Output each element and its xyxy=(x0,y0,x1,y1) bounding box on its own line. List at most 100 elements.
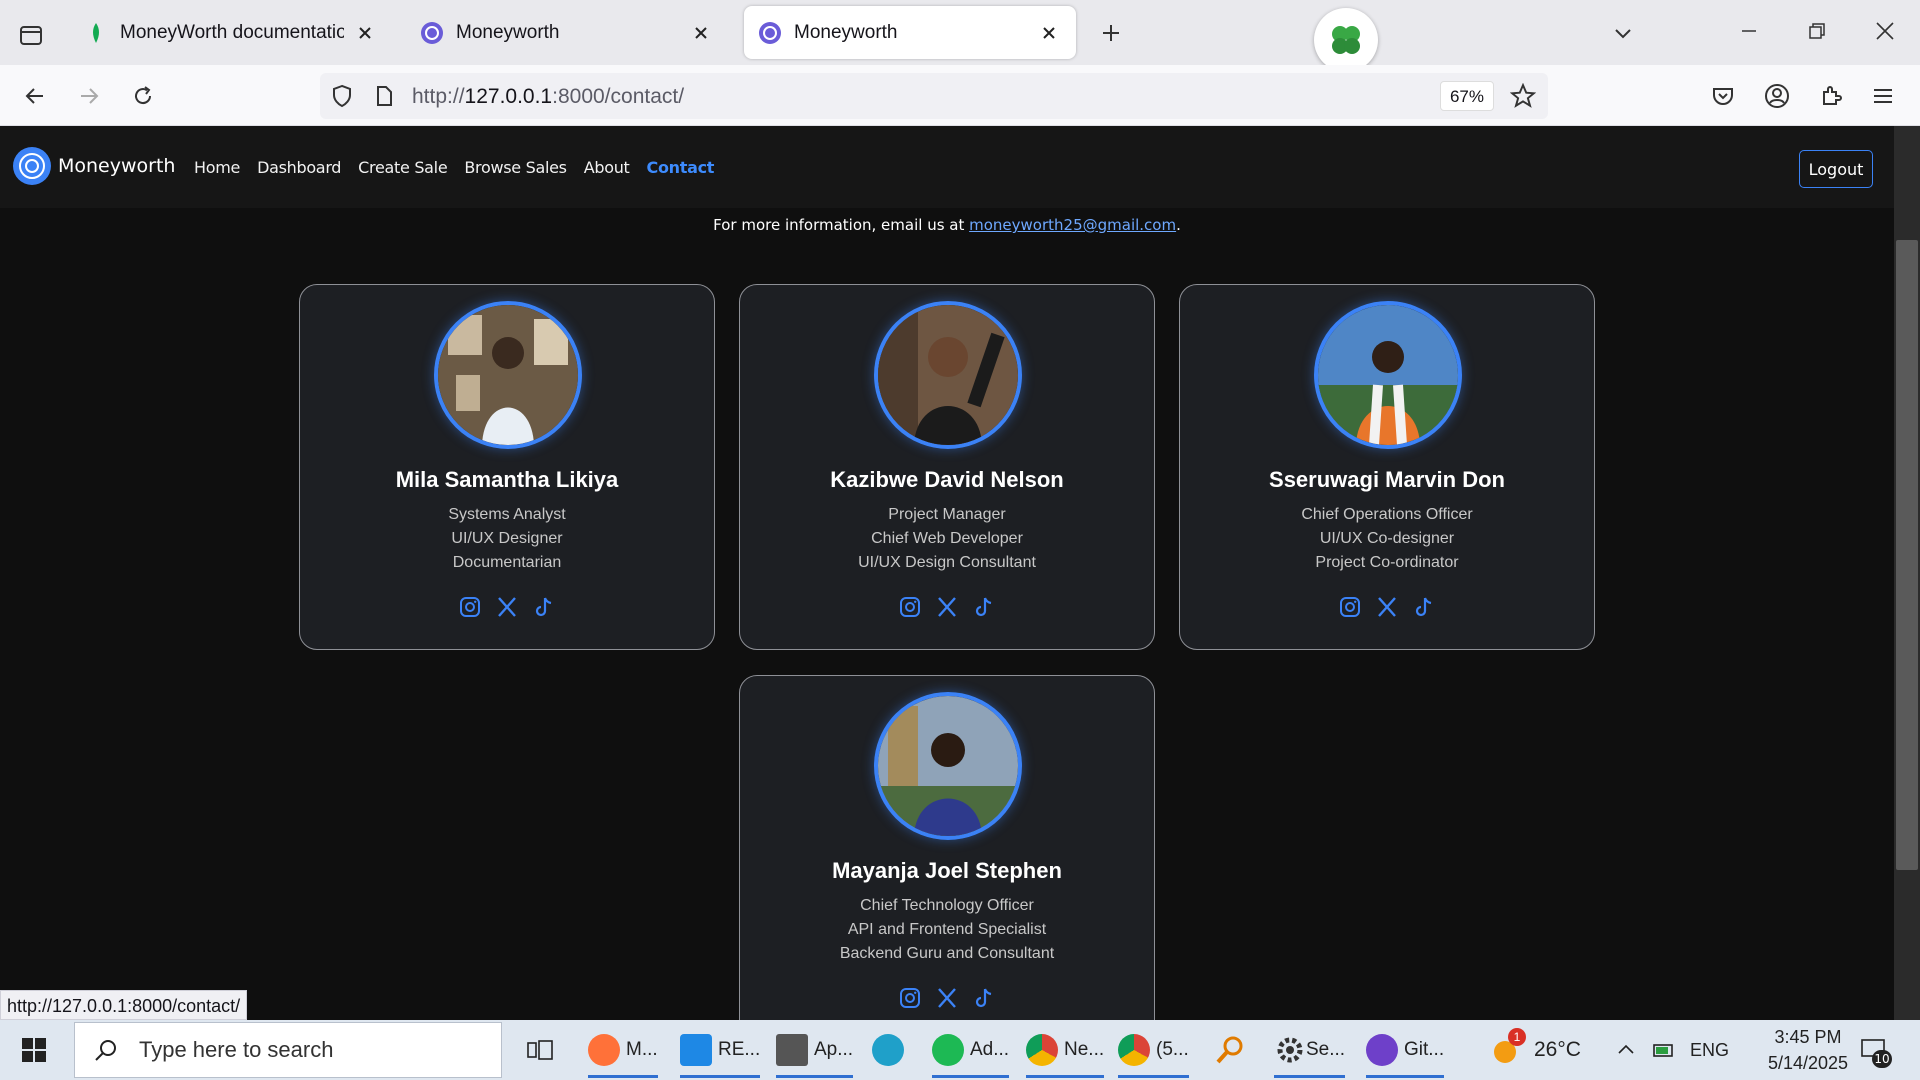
tab-documentation[interactable]: MoneyWorth documentation - ( xyxy=(70,6,392,59)
team-card: Kazibwe David Nelson Project Manager Chi… xyxy=(739,284,1155,650)
nav-dashboard[interactable]: Dashboard xyxy=(257,158,341,177)
tab-list-chevron-icon[interactable] xyxy=(1608,18,1638,48)
pocket-icon[interactable] xyxy=(1706,79,1740,113)
social-links xyxy=(740,986,1154,1010)
instagram-icon[interactable] xyxy=(1338,595,1362,619)
restore-icon[interactable] xyxy=(1802,16,1832,46)
scrollbar-thumb[interactable] xyxy=(1896,240,1918,870)
taskbar-app[interactable]: Git... xyxy=(1366,1024,1445,1078)
clock-date: 5/14/2025 xyxy=(1767,1053,1849,1073)
clover-extension-icon[interactable] xyxy=(1314,8,1378,72)
tiktok-icon[interactable] xyxy=(1412,595,1436,619)
url-text[interactable]: http://127.0.0.1:8000/contact/ xyxy=(412,85,684,109)
url-host: 127.0.0.1 xyxy=(464,85,553,108)
address-bar[interactable]: http://127.0.0.1:8000/contact/ 67% xyxy=(320,73,1548,119)
browser-tab-bar: MoneyWorth documentation - ( Moneyworth … xyxy=(0,0,1920,72)
tab-moneyworth-active[interactable]: Moneyworth xyxy=(744,6,1076,59)
close-tab-icon[interactable] xyxy=(688,20,714,46)
moneyworth-favicon xyxy=(759,21,781,44)
moneyworth-logo-icon xyxy=(13,147,51,185)
tab-moneyworth[interactable]: Moneyworth xyxy=(406,6,728,59)
back-icon[interactable] xyxy=(18,79,52,113)
shield-icon[interactable] xyxy=(330,84,354,108)
tab-title: MoneyWorth documentation - ( xyxy=(120,21,344,43)
firefox-icon xyxy=(588,1034,620,1066)
taskbar-app[interactable]: Ad... xyxy=(932,1024,1010,1078)
nav-home[interactable]: Home xyxy=(194,158,240,177)
github-icon xyxy=(1366,1034,1398,1066)
taskbar-app[interactable]: M... xyxy=(588,1024,658,1078)
edge-icon xyxy=(872,1034,904,1066)
brand[interactable]: Moneyworth xyxy=(12,146,175,186)
zoom-level[interactable]: 67% xyxy=(1439,81,1494,111)
web-page: Moneyworth Home Dashboard Create Sale Br… xyxy=(0,126,1894,1020)
instagram-icon[interactable] xyxy=(898,595,922,619)
taskbar-app[interactable] xyxy=(872,1024,910,1076)
tray-chevron-up-icon[interactable] xyxy=(1612,1036,1640,1064)
firefox-view-icon[interactable] xyxy=(14,18,48,52)
reload-icon[interactable] xyxy=(126,79,160,113)
taskbar-search[interactable]: Type here to search xyxy=(74,1022,502,1078)
contact-info: For more information, email us at moneyw… xyxy=(0,216,1894,234)
logout-button[interactable]: Logout xyxy=(1799,150,1873,188)
nav-about[interactable]: About xyxy=(584,158,630,177)
tiktok-icon[interactable] xyxy=(532,595,556,619)
member-role: Project Co-ordinator xyxy=(1315,554,1459,571)
brand-name: Moneyworth xyxy=(58,155,176,177)
member-roles: Chief Technology Officer API and Fronten… xyxy=(740,894,1154,966)
search-icon xyxy=(95,1040,116,1061)
task-view-icon[interactable] xyxy=(522,1032,558,1068)
bookmark-star-icon[interactable] xyxy=(1510,83,1536,109)
x-icon[interactable] xyxy=(935,986,959,1010)
battery-icon[interactable] xyxy=(1650,1036,1678,1064)
forward-icon[interactable] xyxy=(72,79,106,113)
instagram-icon[interactable] xyxy=(898,986,922,1010)
social-links xyxy=(300,595,714,619)
app-label: M... xyxy=(626,1039,658,1060)
app-label: (5... xyxy=(1156,1039,1189,1060)
minimize-icon[interactable] xyxy=(1734,16,1764,46)
taskbar-app[interactable] xyxy=(1214,1024,1246,1076)
tiktok-icon[interactable] xyxy=(972,986,996,1010)
page-icon[interactable] xyxy=(372,84,396,108)
taskbar-app[interactable]: Se... xyxy=(1274,1024,1346,1078)
instagram-icon[interactable] xyxy=(458,595,482,619)
close-tab-icon[interactable] xyxy=(352,20,378,46)
member-role: Chief Operations Officer xyxy=(1301,506,1473,523)
avatar xyxy=(874,301,1022,449)
chrome-icon xyxy=(1118,1034,1150,1066)
app-label: Ad... xyxy=(970,1039,1010,1060)
spotify-icon xyxy=(932,1034,964,1066)
nav-browse-sales[interactable]: Browse Sales xyxy=(464,158,567,177)
extensions-icon[interactable] xyxy=(1814,79,1848,113)
member-roles: Chief Operations Officer UI/UX Co-design… xyxy=(1180,503,1594,575)
windows-start-icon[interactable] xyxy=(14,1032,54,1068)
tiktok-icon[interactable] xyxy=(972,595,996,619)
email-link[interactable]: moneyworth25@gmail.com xyxy=(969,216,1176,234)
app-icon xyxy=(776,1034,808,1066)
new-tab-button[interactable] xyxy=(1094,16,1128,50)
x-icon[interactable] xyxy=(935,595,959,619)
account-icon[interactable] xyxy=(1760,79,1794,113)
tab-title: Moneyworth xyxy=(456,21,560,43)
settings-icon xyxy=(1277,1037,1303,1063)
clock[interactable]: 3:45 PM 5/14/2025 xyxy=(1748,1020,1868,1080)
language-indicator[interactable]: ENG xyxy=(1690,1020,1729,1080)
member-role: Systems Analyst xyxy=(448,506,566,523)
taskbar-app[interactable]: Ap... xyxy=(776,1024,854,1078)
weather-widget[interactable]: 1 26°C xyxy=(1490,1020,1581,1080)
status-url: http://127.0.0.1:8000/contact/ xyxy=(0,990,248,1020)
taskbar-app[interactable]: Ne... xyxy=(1026,1024,1105,1078)
mongodb-leaf-icon xyxy=(93,22,99,43)
x-icon[interactable] xyxy=(1375,595,1399,619)
nav-contact[interactable]: Contact xyxy=(647,158,715,177)
taskbar-app[interactable]: RE... xyxy=(680,1024,761,1078)
nav-create-sale[interactable]: Create Sale xyxy=(358,158,448,177)
close-tab-icon[interactable] xyxy=(1036,20,1062,46)
app-label: RE... xyxy=(718,1039,761,1060)
x-icon[interactable] xyxy=(495,595,519,619)
menu-icon[interactable] xyxy=(1866,79,1900,113)
window-close-icon[interactable] xyxy=(1870,16,1900,46)
taskbar-app[interactable]: (5... xyxy=(1118,1024,1189,1078)
notifications-icon[interactable]: 10 xyxy=(1856,1032,1892,1068)
